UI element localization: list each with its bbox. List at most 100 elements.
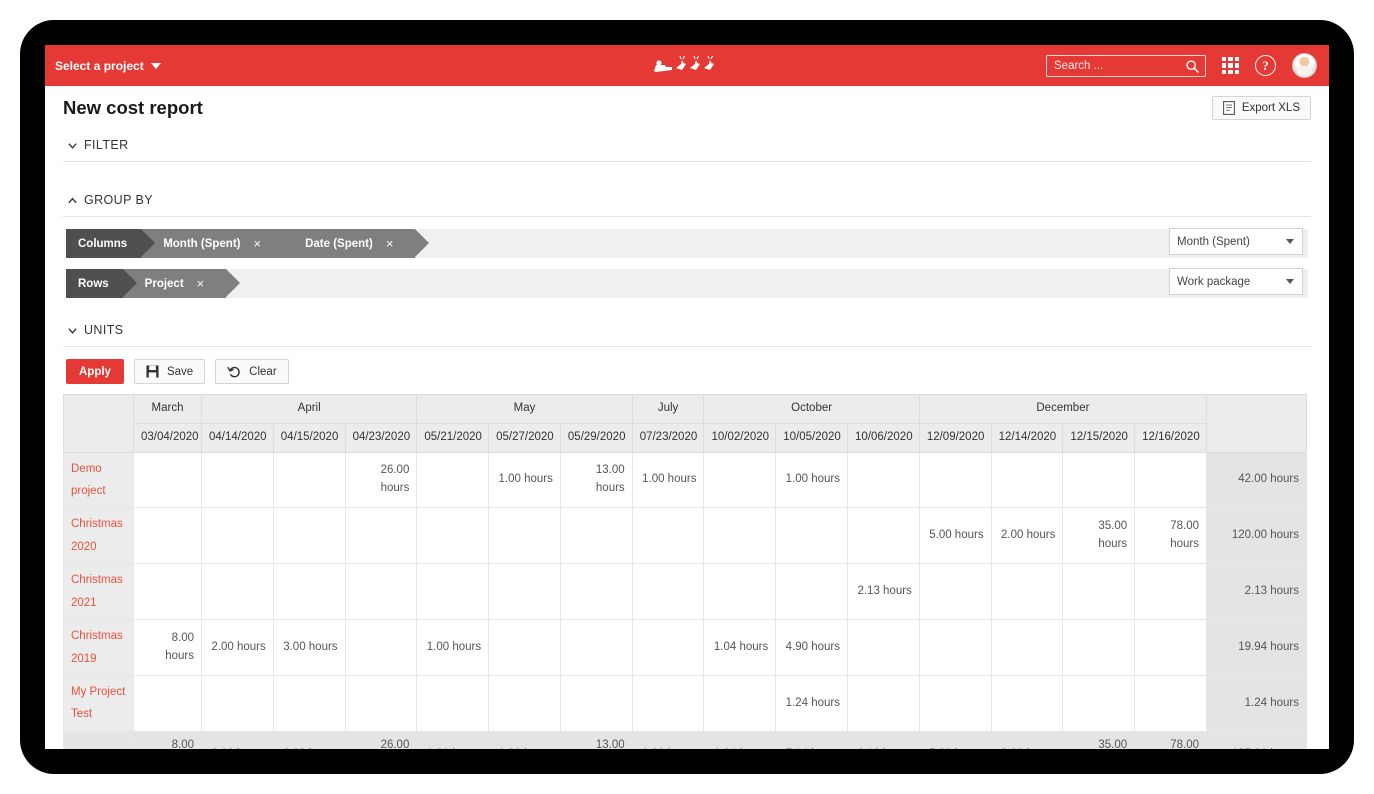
data-cell [488,675,561,732]
columns-add-select[interactable]: Month (Spent) [1169,228,1303,255]
date-header-row: 03/04/2020 04/14/2020 04/15/2020 04/23/2… [64,422,1307,453]
totals-row-header-cell [63,730,134,749]
data-cell [990,451,1064,509]
month-header-cell: May [416,394,633,424]
group-by-section-toggle[interactable]: GROUP BY [63,185,1311,217]
data-cell [416,451,490,509]
data-cell [559,675,633,732]
table-totals-row: 8.00 hours 2.00 hours 3.00 hours 26.00 h… [63,730,1307,749]
remove-chip-icon[interactable]: × [386,237,394,250]
table-corner-cell [63,394,134,453]
column-total-cell: 35.00 hours [1062,730,1136,749]
apps-grid-icon[interactable] [1222,57,1239,74]
data-cell [1134,563,1207,621]
remove-chip-icon[interactable]: × [197,277,205,290]
row-total-cell: 1.24 hours [1206,675,1307,732]
data-cell [990,563,1064,621]
date-header-cell: 05/21/2020 [416,422,490,453]
date-header-cell: 12/15/2020 [1062,422,1136,453]
row-header-cell: Demo project [63,451,134,509]
data-cell [703,675,777,732]
column-total-cell: 2.13 hours [847,730,920,749]
units-section-label: UNITS [84,323,124,337]
data-cell [775,563,849,621]
data-cell [201,675,274,732]
units-section-toggle[interactable]: UNITS [63,315,1311,347]
data-cell: 1.24 hours [775,675,849,732]
rows-add-select[interactable]: Work package [1169,268,1303,295]
column-total-cell: 2.00 hours [990,730,1064,749]
date-header-cell: 10/02/2020 [703,422,777,453]
columns-chip-month-spent[interactable]: Month (Spent) × [141,229,297,258]
data-cell: 5.00 hours [918,507,992,565]
project-link[interactable]: Christmas 2021 [71,569,126,614]
project-link[interactable]: Demo project [71,458,126,503]
search-icon[interactable] [1185,59,1200,74]
filter-section-toggle[interactable]: FILTER [63,130,1311,162]
data-cell [631,563,705,621]
save-label: Save [166,365,194,378]
row-total-header-cell [1206,394,1307,453]
data-cell [1062,451,1136,509]
data-cell [344,563,418,621]
month-header-cell: December [918,394,1208,424]
data-cell [847,451,920,509]
row-header-cell: Christmas 2020 [63,507,134,565]
data-cell: 4.90 hours [775,619,849,676]
clear-button[interactable]: Clear [215,359,289,384]
data-cell: 2.00 hours [201,619,274,676]
date-header-cell: 12/16/2020 [1134,422,1207,453]
table-row: Demo project 26.00 hours 1.00 hours 13.0… [63,451,1307,509]
avatar[interactable] [1292,53,1317,78]
clear-label: Clear [249,365,277,378]
group-by-section-label: GROUP BY [84,193,153,207]
column-total-cell: 3.00 hours [272,730,346,749]
data-cell [133,563,202,621]
chip-label: Project [144,277,184,290]
column-total-cell: 2.00 hours [201,730,274,749]
data-cell [272,451,346,509]
data-cell [990,675,1064,732]
data-cell [344,619,418,676]
cost-report-table: March April May July October December 03… [63,394,1307,749]
data-cell [488,507,561,565]
data-cell [703,507,777,565]
date-header-cell: 03/04/2020 [133,422,202,453]
chevron-down-icon [68,142,77,149]
date-header-cell: 10/06/2020 [847,422,920,453]
rows-chip-project[interactable]: Project × [122,269,240,298]
santa-sleigh-icon [654,55,714,72]
grand-total-cell: 185.31 hours [1206,730,1307,749]
columns-label: Columns [78,237,128,250]
data-cell [344,675,418,732]
save-button[interactable]: Save [133,359,206,384]
search-box[interactable] [1046,54,1206,77]
date-header-cell: 05/27/2020 [488,422,561,453]
data-cell: 3.00 hours [272,619,346,676]
chevron-down-icon [1286,239,1294,244]
project-link[interactable]: Christmas 2020 [71,513,126,558]
help-icon[interactable]: ? [1255,55,1276,76]
chevron-down-icon [68,327,77,334]
data-cell: 1.00 hours [775,451,849,509]
project-link[interactable]: My Project Test [71,681,126,726]
date-header-cell: 05/29/2020 [559,422,633,453]
apply-button[interactable]: Apply [66,359,124,384]
column-total-cell: 5.00 hours [918,730,992,749]
data-cell: 1.04 hours [703,619,777,676]
row-total-cell: 120.00 hours [1206,507,1307,565]
data-cell [847,507,920,565]
data-cell [488,563,561,621]
export-xls-button[interactable]: Export XLS [1211,96,1311,120]
columns-chip-date-spent[interactable]: Date (Spent) × [283,229,430,258]
month-header-cell: April [200,394,418,424]
project-select-button[interactable]: Select a project [55,59,161,73]
remove-chip-icon[interactable]: × [254,237,262,250]
project-link[interactable]: Christmas 2019 [71,625,126,670]
row-total-cell: 19.94 hours [1206,619,1307,676]
column-total-cell: 26.00 hours [344,730,418,749]
app-window: Select a project Search ... ? New cost r… [45,45,1329,749]
data-cell [272,507,346,565]
data-cell [201,451,274,509]
search-input[interactable] [1047,55,1205,76]
